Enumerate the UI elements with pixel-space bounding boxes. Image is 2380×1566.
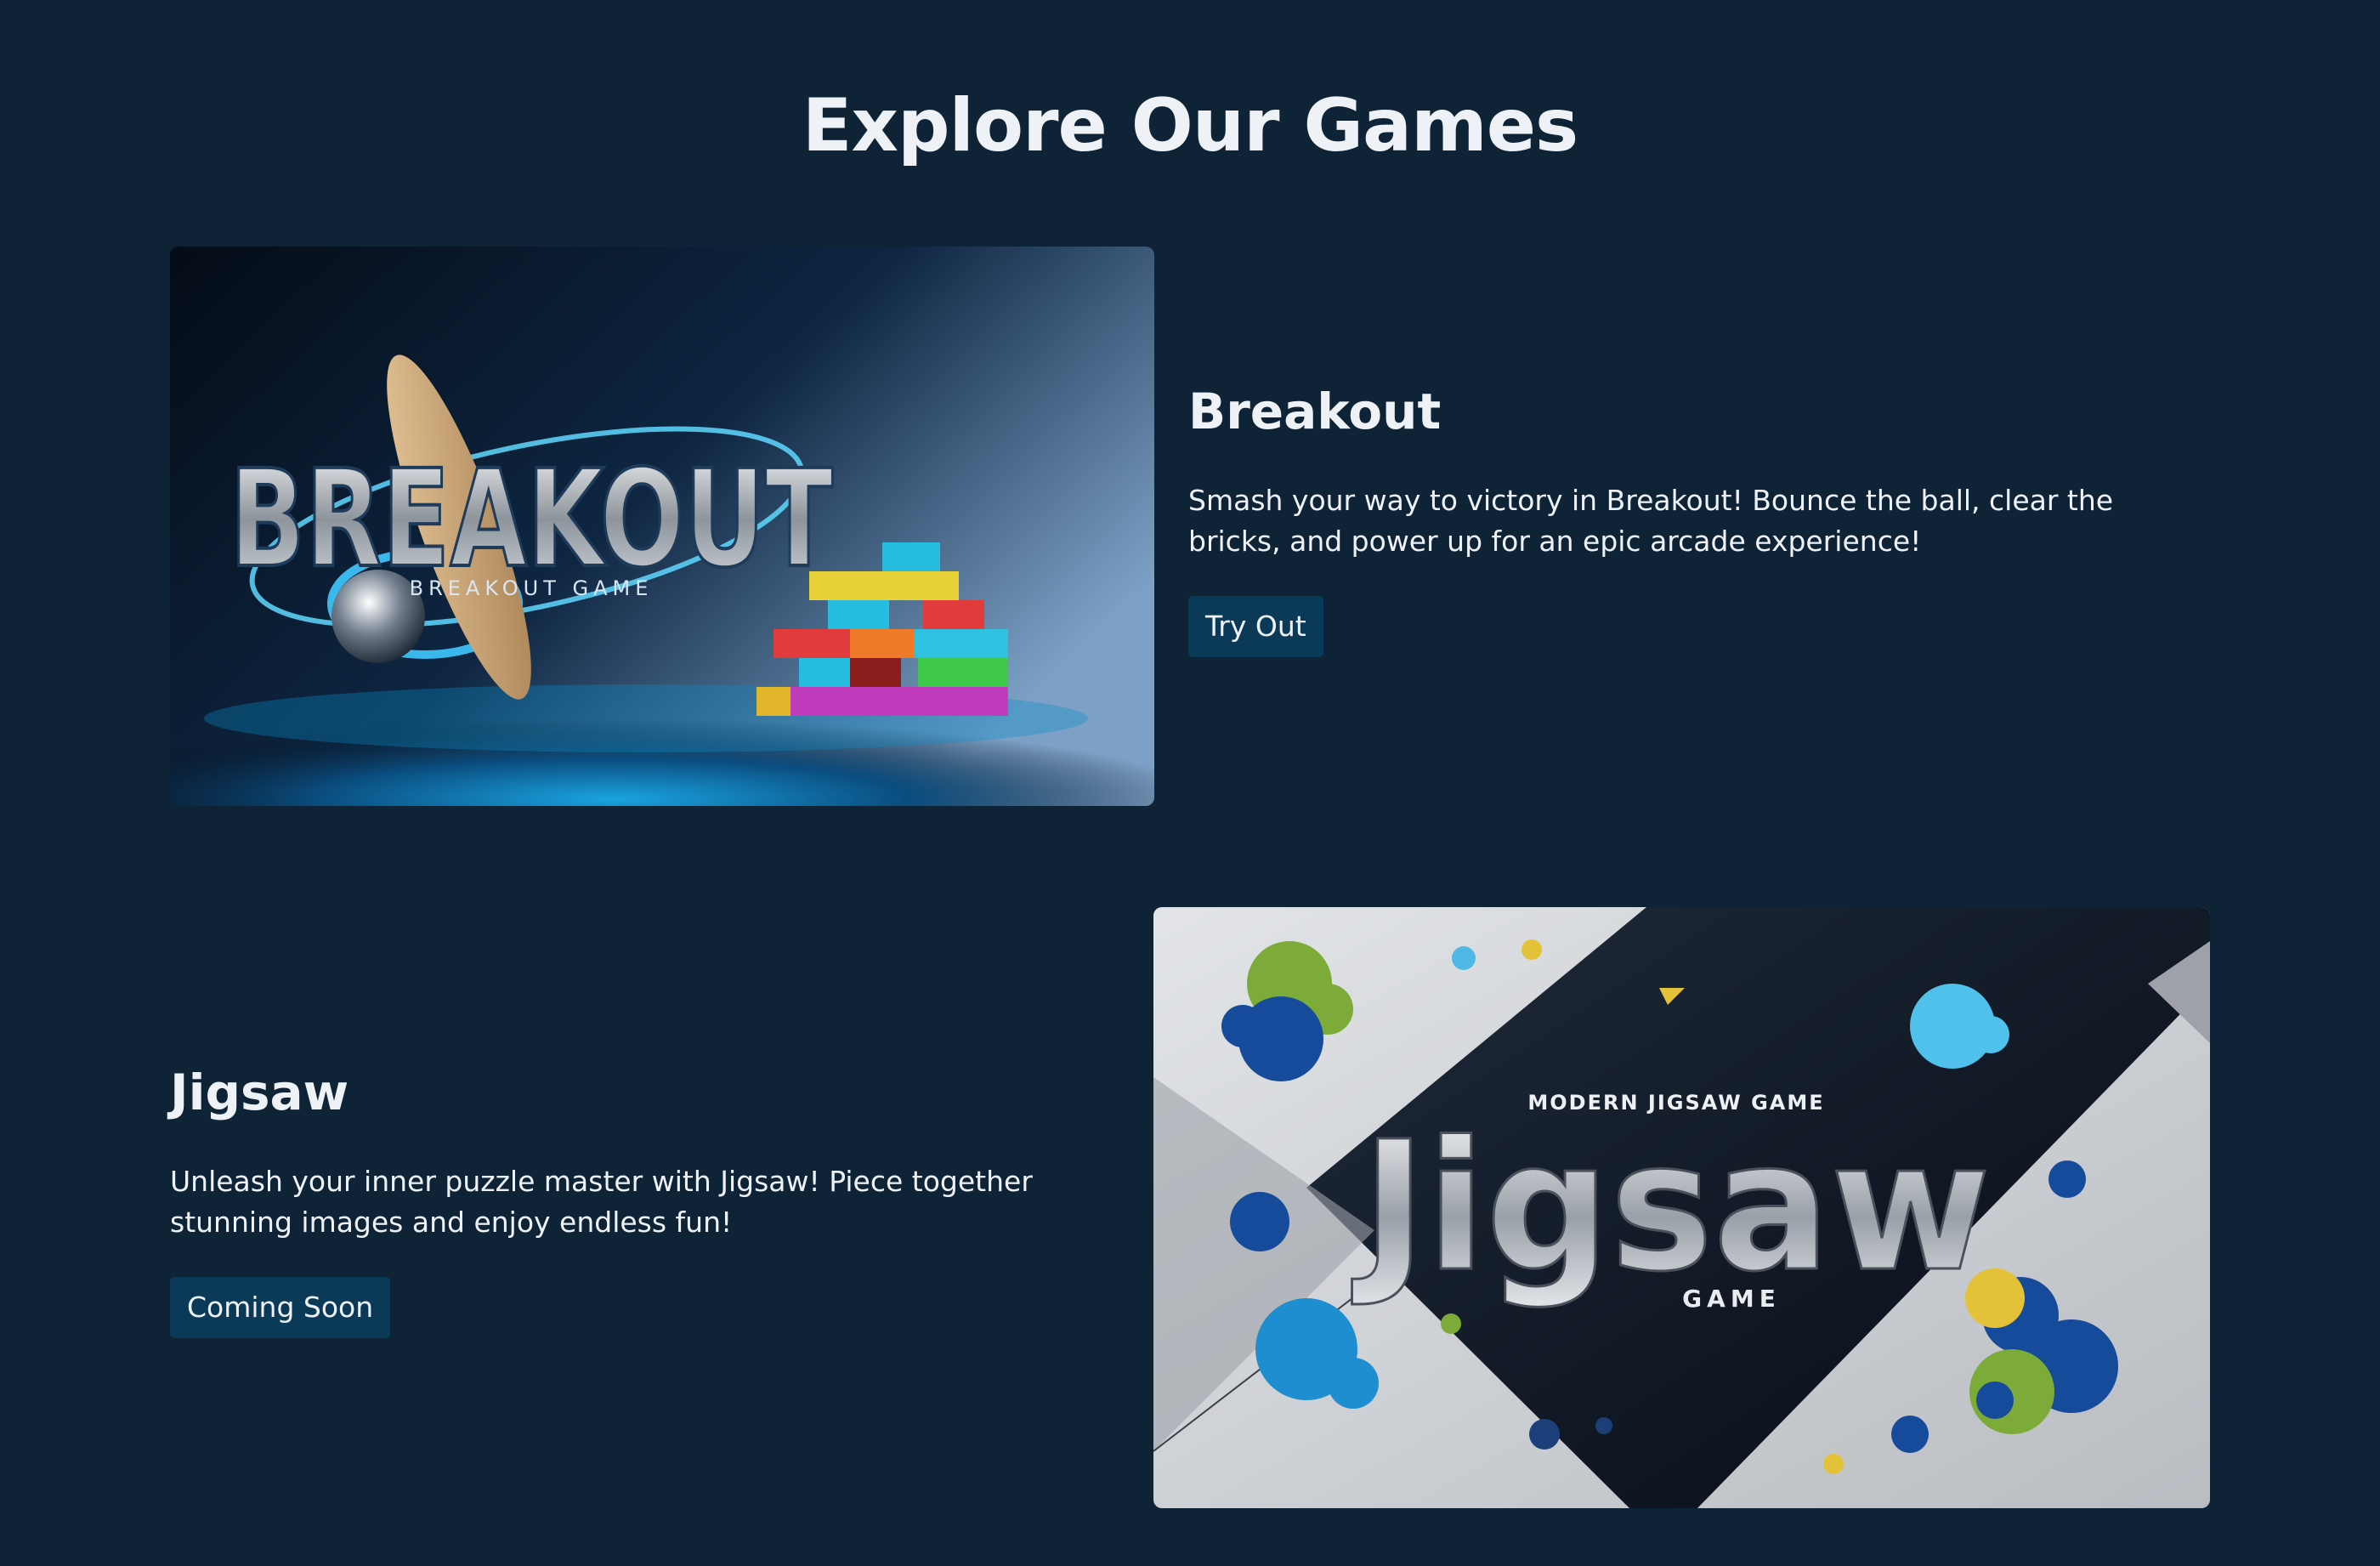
breakout-info: Breakout Smash your way to victory in Br… (1188, 387, 2191, 657)
page-title: Explore Our Games (802, 83, 1578, 168)
breakout-logo-text: BREAKOUT (230, 441, 833, 598)
coming-soon-button[interactable]: Coming Soon (170, 1277, 391, 1338)
jigsaw-game-image: MODERN JIGSAW GAME Jigsaw GAME (1153, 907, 2210, 1508)
game-title: Breakout (1188, 383, 1442, 440)
breakout-logo-subtitle: BREAKOUT GAME (410, 576, 654, 600)
game-description: Smash your way to victory in Breakout! B… (1188, 484, 2114, 558)
jigsaw-logo-subtitle: GAME (1682, 1285, 1781, 1313)
try-out-button[interactable]: Try Out (1188, 596, 1323, 657)
breakout-game-image: BREAKOUT BREAKOUT GAME (170, 247, 1154, 806)
jigsaw-artwork: MODERN JIGSAW GAME Jigsaw GAME (1153, 907, 2210, 1508)
breakout-artwork: BREAKOUT BREAKOUT GAME (170, 247, 1154, 806)
game-description: Unleash your inner puzzle master with Ji… (170, 1165, 1033, 1239)
jigsaw-logo-text: Jigsaw (1352, 1103, 1991, 1311)
game-title: Jigsaw (170, 1064, 349, 1121)
jigsaw-info: Jigsaw Unleash your inner puzzle master … (170, 1068, 1122, 1338)
